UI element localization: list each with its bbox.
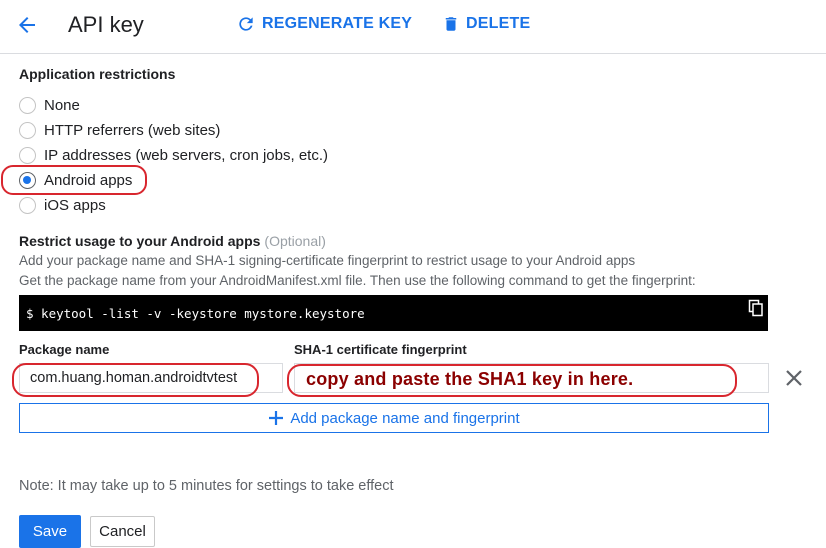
- application-restrictions-heading: Application restrictions: [19, 66, 176, 82]
- package-name-label: Package name: [19, 342, 110, 357]
- add-package-fingerprint-button[interactable]: Add package name and fingerprint: [19, 403, 769, 433]
- refresh-icon: [239, 17, 253, 31]
- annotation-text: copy and paste the SHA1 key in here.: [306, 369, 634, 389]
- plus-icon: [269, 411, 284, 425]
- radio-label: HTTP referrers (web sites): [44, 121, 221, 139]
- radio-button[interactable]: [19, 146, 36, 164]
- command-code-block: $ keytool -list -v -keystore mystore.key…: [19, 295, 768, 331]
- back-button[interactable]: [12, 10, 42, 40]
- cancel-button[interactable]: Cancel: [90, 516, 155, 547]
- radio-option-ip-addresses[interactable]: IP addresses (web servers, cron jobs, et…: [19, 144, 328, 166]
- command-text: $ keytool -list -v -keystore mystore.key…: [26, 305, 365, 321]
- radio-option-http-referrers[interactable]: HTTP referrers (web sites): [19, 119, 220, 141]
- regenerate-key-button[interactable]: REGENERATE KEY: [236, 14, 412, 34]
- android-restrictions-heading: Restrict usage to your Android apps (Opti…: [19, 233, 326, 249]
- radio-option-ios-apps[interactable]: iOS apps: [19, 194, 106, 216]
- close-icon[interactable]: [783, 367, 805, 389]
- settings-note: Note: It may take up to 5 minutes for se…: [19, 478, 394, 494]
- delete-button[interactable]: DELETE: [442, 14, 530, 34]
- optional-label: (Optional): [264, 233, 326, 249]
- annotation-outline-package: [12, 363, 259, 397]
- help-text-line1: Add your package name and SHA-1 signing-…: [19, 253, 636, 268]
- radio-button[interactable]: [19, 196, 36, 214]
- save-button[interactable]: Save: [19, 515, 81, 548]
- delete-label: DELETE: [466, 15, 531, 32]
- help-text-line2: Get the package name from your AndroidMa…: [19, 273, 696, 288]
- radio-label: IP addresses (web servers, cron jobs, et…: [44, 146, 329, 164]
- radio-option-none[interactable]: None: [19, 94, 80, 116]
- annotation-outline-android: [1, 165, 147, 195]
- radio-button[interactable]: [19, 96, 36, 114]
- copy-icon[interactable]: [748, 299, 764, 317]
- radio-button[interactable]: [19, 121, 36, 139]
- sha1-fingerprint-label: SHA-1 certificate fingerprint: [294, 342, 467, 357]
- trash-icon: [445, 17, 457, 31]
- radio-label: None: [44, 96, 80, 114]
- android-restrictions-title: Restrict usage to your Android apps: [19, 233, 261, 249]
- add-package-fingerprint-label: Add package name and fingerprint: [290, 409, 520, 427]
- radio-label: iOS apps: [44, 196, 106, 214]
- header-bar: API key REGENERATE KEY DELETE: [0, 0, 826, 54]
- arrow-back-icon: [19, 17, 35, 33]
- regenerate-key-label: REGENERATE KEY: [262, 15, 413, 32]
- page-title: API key: [68, 12, 144, 37]
